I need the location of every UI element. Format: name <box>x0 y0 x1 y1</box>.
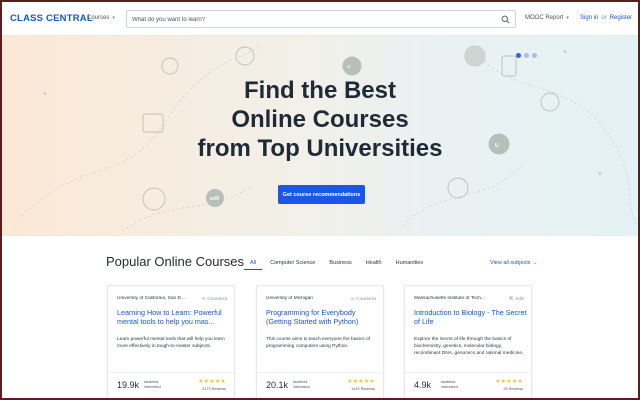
svg-text:edX: edX <box>210 196 220 202</box>
card-title-link[interactable]: Learning How to Learn: Powerful mental t… <box>117 308 232 326</box>
card-provider-label: Coursera <box>207 296 227 302</box>
get-recommendations-button[interactable]: Get course recommendations <box>278 185 365 204</box>
hero-heading-line: from Top Universities <box>197 135 443 162</box>
courses-menu[interactable]: Courses ▾ <box>87 15 115 21</box>
tab-health[interactable]: Health <box>360 259 388 270</box>
card-provider: ⌘ edX <box>508 296 524 302</box>
card-reviews-count[interactable]: 1410 Reviews <box>351 387 375 391</box>
card-provider: ∞ Coursera <box>202 296 227 302</box>
search-input[interactable] <box>132 14 492 25</box>
card-interested-label-line: interested <box>144 384 161 389</box>
card-university: University of California, San D... <box>117 296 185 301</box>
coursera-icon: ∞ <box>350 296 355 302</box>
card-rating-stars: ★★★★★ <box>347 379 375 385</box>
card-reviews-count[interactable]: 25 Reviews <box>503 387 523 391</box>
card-rating-stars: ★★★★★ <box>198 379 226 385</box>
card-interested-label-line: students <box>144 380 159 384</box>
hero-heading-line: Find the Best <box>243 77 396 104</box>
card-title-link[interactable]: Introduction to Biology - The Secret of … <box>414 308 529 326</box>
carousel-dot[interactable] <box>516 53 521 58</box>
hero-banner: edX ∞ U ✦ ✦ ✦ Find the Best Online Cours… <box>2 36 638 236</box>
card-interested-count: 19.9k <box>117 380 140 390</box>
card-interested-label: students interested <box>441 380 458 389</box>
courses-menu-label: Courses <box>87 15 110 21</box>
card-university: University of Michigan <box>266 296 313 301</box>
chevron-down-icon: ▾ <box>566 15 569 21</box>
register-link[interactable]: Register <box>610 15 632 21</box>
card-title-link[interactable]: Programming for Everybody (Getting Start… <box>266 308 381 326</box>
carousel-indicators <box>516 53 537 58</box>
card-interested-label-line: interested <box>441 384 458 389</box>
card-university: Massachusetts Institute of Tech... <box>414 296 485 301</box>
browser-page: CLASS CENTRAL Courses ▾ MOOC Report ▾ Si… <box>2 2 638 398</box>
card-description: This course aims to teach everyone the b… <box>266 337 370 349</box>
mooc-report-menu[interactable]: MOOC Report ▾ <box>525 15 569 21</box>
card-divider <box>257 372 385 373</box>
card-provider-label: edX <box>515 296 524 302</box>
svg-text:✦: ✦ <box>562 48 568 56</box>
card-interested-label-line: students <box>293 380 308 384</box>
mooc-report-label: MOOC Report <box>525 15 564 21</box>
or-separator: or <box>601 15 607 21</box>
card-provider: ∞ Coursera <box>351 296 376 302</box>
card-interested-label: students interested <box>293 380 310 389</box>
sign-in-link[interactable]: Sign in <box>580 15 598 21</box>
chevron-down-icon: ▾ <box>112 15 115 21</box>
course-card[interactable]: Massachusetts Institute of Tech... ⌘ edX… <box>404 285 533 398</box>
hero-heading-line: Online Courses <box>231 106 409 133</box>
auth-links: Sign in or Register <box>580 15 632 21</box>
card-interested-label-line: students <box>441 380 456 384</box>
tab-computer-science[interactable]: Computer Science <box>264 259 321 270</box>
class-central-logo[interactable]: CLASS CENTRAL <box>10 13 93 24</box>
tab-all[interactable]: All <box>244 259 263 270</box>
card-rating-stars: ★★★★★ <box>495 379 523 385</box>
tab-humanities[interactable]: Humanities <box>390 259 430 270</box>
carousel-dot[interactable] <box>524 53 529 58</box>
card-divider <box>108 372 236 373</box>
hero-heading: Find the Best Online Courses from Top Un… <box>2 76 638 163</box>
card-interested-label: students interested <box>144 380 161 389</box>
course-card[interactable]: University of California, San D... ∞ Cou… <box>107 285 236 398</box>
search-icon[interactable] <box>501 15 510 24</box>
edx-icon: ⌘ <box>508 296 514 302</box>
card-interested-label-line: interested <box>293 384 310 389</box>
view-all-subjects-link[interactable]: View all subjects → <box>490 260 538 266</box>
course-card[interactable]: University of Michigan ∞ Coursera Progra… <box>256 285 385 398</box>
coursera-icon: ∞ <box>201 296 206 302</box>
tab-business[interactable]: Business <box>323 259 357 270</box>
card-reviews-count[interactable]: 2173 Reviews <box>202 387 226 391</box>
card-interested-count: 20.1k <box>266 380 289 390</box>
carousel-dot[interactable] <box>532 53 537 58</box>
card-description: Learn powerful mental tools that will he… <box>117 337 225 349</box>
site-header: CLASS CENTRAL Courses ▾ MOOC Report ▾ Si… <box>2 2 638 36</box>
section-title: Popular Online Courses <box>106 254 245 269</box>
subject-tabs: All Computer Science Business Health Hum… <box>244 259 431 270</box>
card-divider <box>405 372 533 373</box>
card-interested-count: 4.9k <box>414 380 432 390</box>
svg-text:∞: ∞ <box>347 64 351 70</box>
search-bar[interactable] <box>126 10 516 28</box>
card-provider-label: Coursera <box>356 296 376 302</box>
card-description: Explore the secret of life through the b… <box>414 337 524 356</box>
svg-text:✦: ✦ <box>597 170 603 178</box>
